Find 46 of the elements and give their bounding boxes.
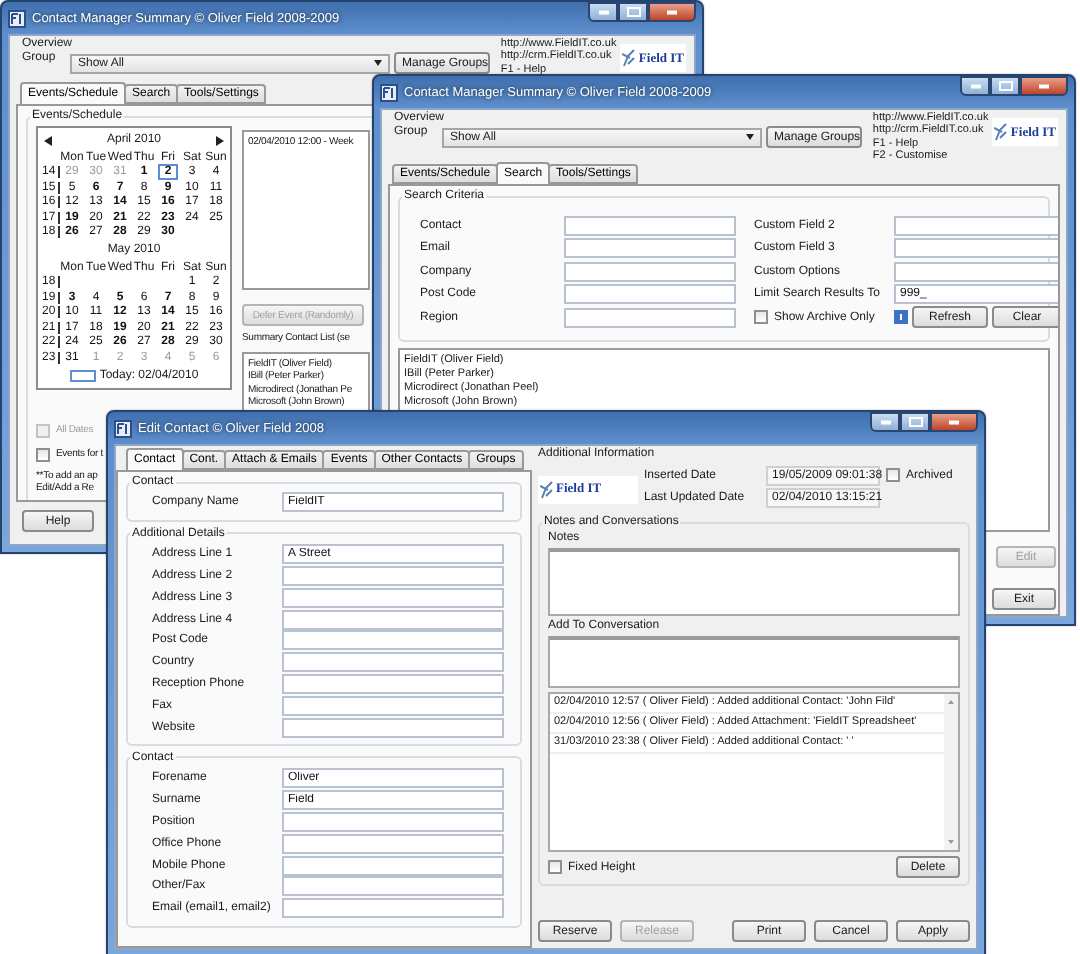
- input-field[interactable]: [564, 307, 736, 328]
- today-icon: [69, 369, 96, 381]
- close-button[interactable]: [648, 2, 696, 22]
- scrollbar[interactable]: [944, 694, 958, 850]
- close-button[interactable]: [1020, 76, 1068, 96]
- checkbox[interactable]: [754, 310, 768, 325]
- checkbox[interactable]: [548, 860, 562, 874]
- checkbox[interactable]: [36, 447, 50, 461]
- checkbox[interactable]: [886, 468, 900, 482]
- maximize-button[interactable]: [618, 2, 648, 22]
- input-field[interactable]: [282, 855, 504, 876]
- input-field[interactable]: [282, 630, 504, 651]
- input-field[interactable]: [282, 609, 504, 630]
- previous-month-icon[interactable]: [44, 136, 52, 146]
- input-field[interactable]: [282, 876, 504, 897]
- app-icon: [380, 83, 398, 101]
- input-field[interactable]: [282, 673, 504, 694]
- input-field[interactable]: [282, 898, 504, 919]
- notes-field[interactable]: [548, 548, 960, 616]
- caret-icon: [374, 60, 382, 66]
- input-field[interactable]: [282, 695, 504, 716]
- maximize-button[interactable]: [900, 412, 930, 432]
- input-field[interactable]: [894, 238, 1058, 259]
- conversation-field[interactable]: [548, 636, 960, 688]
- app-icon: [8, 9, 26, 27]
- input-field[interactable]: [894, 215, 1058, 236]
- maximize-button[interactable]: [990, 76, 1020, 96]
- next-month-icon[interactable]: [216, 136, 224, 146]
- input-field[interactable]: [282, 565, 504, 586]
- minimize-button[interactable]: [870, 412, 900, 432]
- app-icon: [114, 419, 132, 437]
- caret-icon: [746, 134, 754, 140]
- input-field[interactable]: [564, 284, 736, 305]
- input-field[interactable]: [282, 833, 504, 854]
- minimize-button[interactable]: [960, 76, 990, 96]
- minimize-button[interactable]: [588, 2, 618, 22]
- close-button[interactable]: [930, 412, 978, 432]
- square-icon[interactable]: [894, 310, 908, 325]
- input-field[interactable]: [564, 238, 736, 259]
- input-field[interactable]: [564, 215, 736, 236]
- input-field[interactable]: [282, 717, 504, 738]
- input-field[interactable]: [894, 261, 1058, 282]
- input-field[interactable]: [564, 261, 736, 282]
- input-field[interactable]: [282, 587, 504, 608]
- input-field[interactable]: [282, 652, 504, 673]
- input-field[interactable]: [282, 811, 504, 832]
